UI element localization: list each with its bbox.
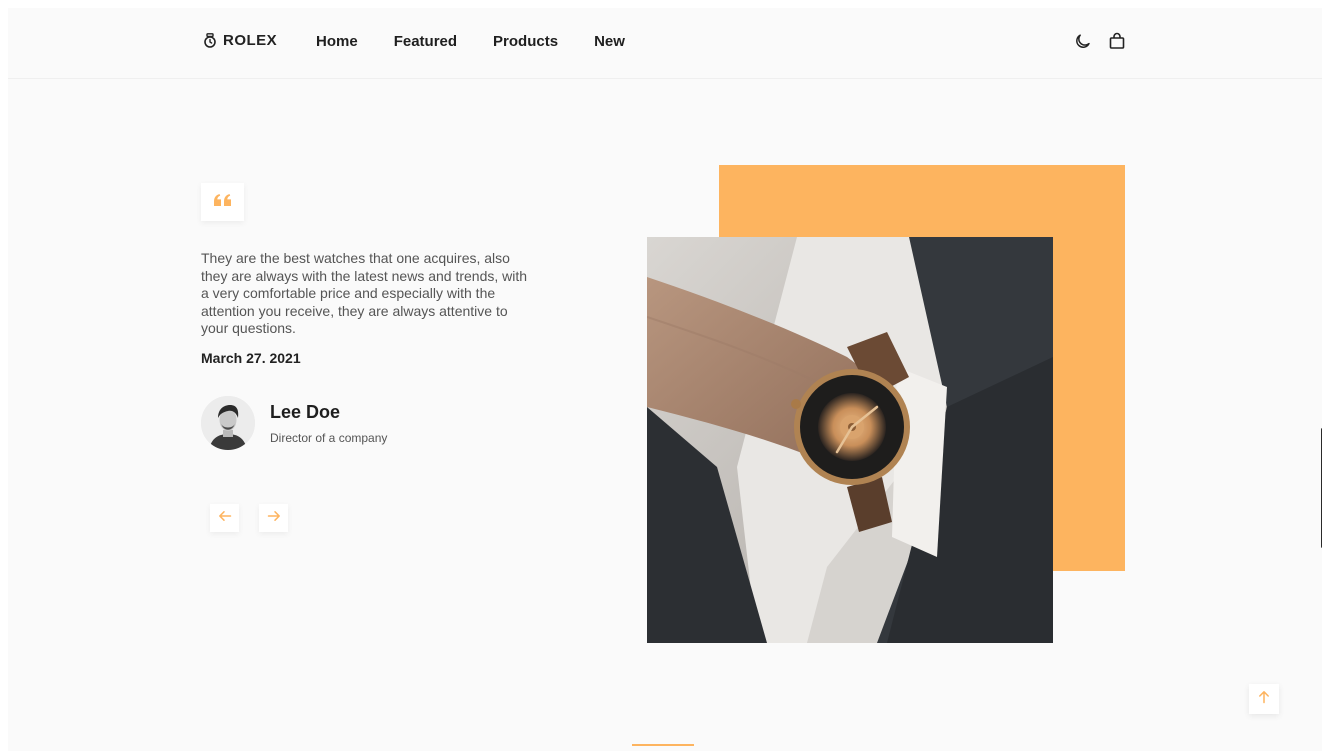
quote-icon	[213, 193, 233, 212]
section-divider	[632, 744, 694, 746]
page: ROLEX Home Featured Products New They ar…	[8, 8, 1322, 751]
header: ROLEX Home Featured Products New	[8, 8, 1322, 79]
prev-button[interactable]	[210, 504, 239, 532]
quote-badge	[201, 183, 244, 221]
main-nav: Home Featured Products New	[316, 33, 661, 51]
brand-name: ROLEX	[223, 32, 278, 49]
moon-icon[interactable]	[1074, 32, 1092, 50]
watch-logo-icon	[203, 32, 217, 49]
arrow-right-icon	[267, 509, 281, 528]
testimonial-text: They are the best watches that one acqui…	[201, 250, 528, 336]
nav-products[interactable]: Products	[493, 33, 558, 51]
avatar	[201, 396, 255, 450]
nav-featured[interactable]: Featured	[394, 33, 457, 51]
shopping-bag-icon[interactable]	[1108, 32, 1126, 50]
scroll-top-button[interactable]	[1249, 684, 1279, 714]
scrollbar[interactable]	[1321, 428, 1322, 548]
person-name: Lee Doe	[270, 402, 341, 422]
header-actions	[1074, 32, 1126, 50]
brand-logo[interactable]: ROLEX	[203, 32, 277, 49]
watch-photo	[647, 237, 1053, 643]
arrow-up-icon	[1257, 690, 1271, 709]
nav-home[interactable]: Home	[316, 33, 358, 51]
testimonial-date: March 27. 2021	[201, 350, 301, 366]
arrow-left-icon	[218, 509, 232, 528]
nav-new[interactable]: New	[594, 33, 625, 51]
person-role: Director of a company	[270, 431, 388, 445]
next-button[interactable]	[259, 504, 288, 532]
